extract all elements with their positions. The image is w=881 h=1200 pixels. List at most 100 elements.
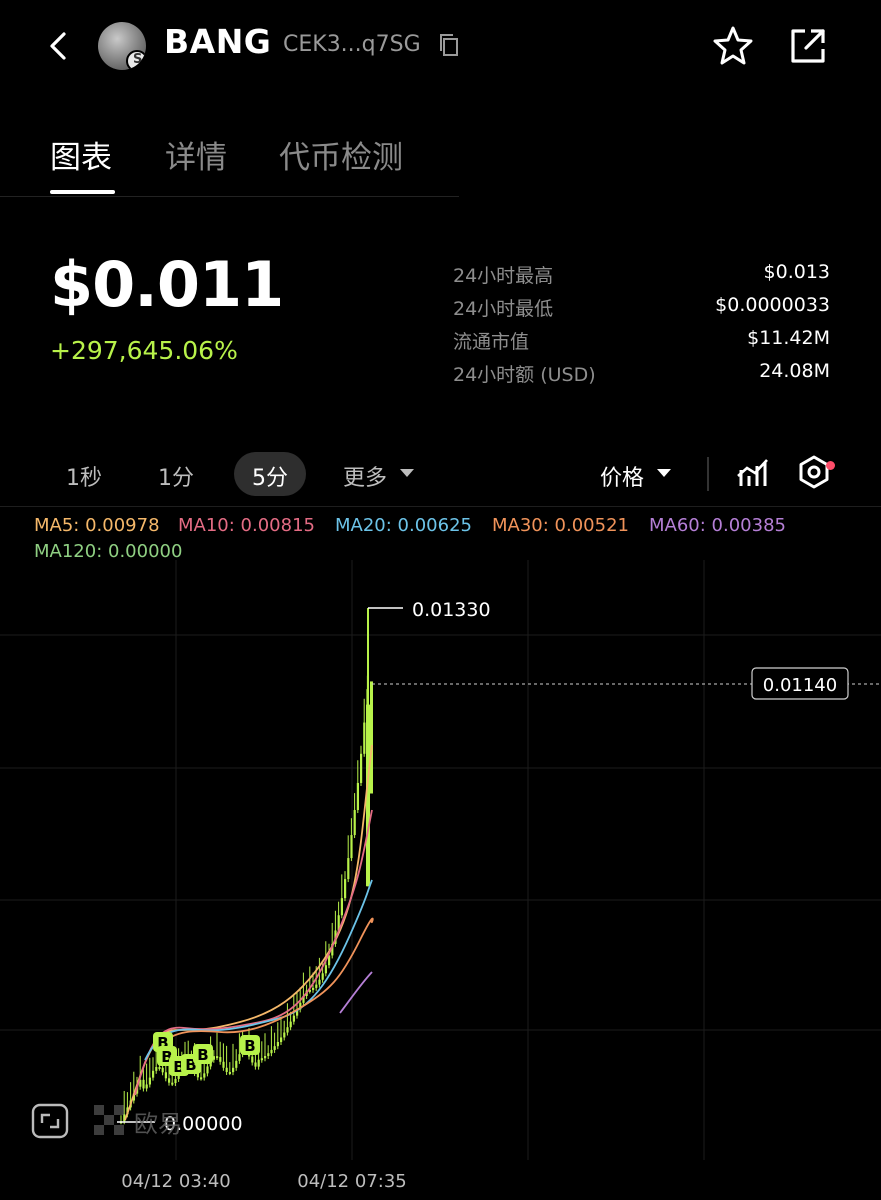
timeframe-1m[interactable]: 1分 — [158, 460, 194, 492]
copy-icon[interactable] — [437, 33, 461, 57]
candle-body — [292, 1015, 295, 1022]
candle-body — [353, 810, 356, 836]
price-change: +297,645.06% — [50, 336, 238, 365]
candle-body — [324, 965, 327, 974]
fullscreen-icon[interactable] — [31, 1103, 69, 1139]
stat-label-high: 24小时最高 — [453, 265, 554, 287]
toolbar-divider — [707, 457, 709, 491]
stat-value-volume: 24.08M — [759, 360, 830, 382]
share-icon[interactable] — [787, 25, 829, 67]
candle-body — [280, 1037, 283, 1043]
candle-body — [267, 1053, 270, 1057]
token-avatar — [98, 22, 146, 70]
back-icon[interactable] — [40, 26, 80, 66]
high-label: 0.01330 — [412, 599, 491, 621]
indicator-icon[interactable] — [736, 456, 770, 490]
candle-body — [270, 1049, 273, 1054]
timeframe-more[interactable]: 更多 — [343, 460, 387, 492]
candle-body — [318, 979, 321, 985]
candle-body — [158, 1067, 161, 1070]
chart-grid — [0, 560, 881, 1160]
stat-label-volume: 24小时额 (USD) — [453, 364, 596, 386]
candle-body — [286, 1027, 289, 1033]
active-tab-indicator — [50, 190, 115, 194]
candle-body — [340, 898, 343, 916]
chart-top-border — [0, 506, 881, 507]
candle-body — [161, 1067, 164, 1073]
candle-body — [315, 984, 318, 988]
candle-body — [212, 1056, 215, 1060]
stat-value-market-cap: $11.42M — [747, 327, 830, 349]
candle-body — [273, 1046, 276, 1050]
candle-body — [171, 1082, 174, 1085]
price-chart[interactable]: BBB BB B 0.01330 0.01140 0.00000 欧易 04/12 … — [0, 560, 881, 1200]
ma120-legend: MA120: 0.00000 — [34, 541, 183, 562]
candle-body — [168, 1078, 171, 1083]
candle-body — [152, 1070, 155, 1078]
candle-body — [363, 722, 366, 754]
stat-value-low: $0.0000033 — [715, 294, 830, 316]
star-icon[interactable] — [712, 24, 754, 66]
tab-divider — [0, 196, 459, 197]
tab-token-check[interactable]: 代币检测 — [279, 132, 403, 177]
candle-body — [238, 1054, 241, 1061]
candle-body — [276, 1042, 279, 1047]
price-mode-select[interactable]: 价格 — [600, 460, 644, 492]
candle-body — [219, 1057, 222, 1062]
candle-body — [360, 753, 363, 783]
ma-line — [159, 917, 374, 1046]
x-tick-label: 04/12 03:40 — [121, 1171, 230, 1192]
settings-icon[interactable] — [796, 454, 832, 490]
buy-marker-label: B — [244, 1037, 255, 1055]
candle-body — [356, 782, 359, 811]
candle-body — [370, 681, 373, 794]
watermark-text: 欧易 — [134, 1110, 182, 1138]
candle-body — [206, 1066, 209, 1074]
current-price-tag-label: 0.01140 — [763, 675, 837, 696]
buy-marker-label: B — [197, 1046, 208, 1064]
candle-body — [232, 1067, 235, 1073]
timeframe-5m[interactable]: 5分 — [234, 460, 306, 492]
candle-body — [174, 1078, 177, 1084]
ma10-legend: MA10: 0.00815 — [178, 515, 315, 536]
candle-body — [312, 987, 315, 990]
candle-body — [251, 1056, 254, 1063]
candle-body — [164, 1072, 167, 1079]
more-caret-icon — [400, 469, 414, 477]
stat-label-market-cap: 流通市值 — [453, 331, 530, 353]
tab-chart[interactable]: 图表 — [50, 132, 112, 177]
current-price: $0.011 — [50, 248, 284, 321]
candle-body — [145, 1084, 148, 1089]
ma30-legend: MA30: 0.00521 — [492, 515, 629, 536]
candle-body — [260, 1058, 263, 1061]
candle-body — [344, 879, 347, 899]
chain-badge-icon — [126, 50, 146, 70]
candle-body — [264, 1056, 267, 1059]
stat-value-high: $0.013 — [763, 261, 830, 283]
candle-body — [254, 1062, 257, 1067]
tab-details[interactable]: 详情 — [165, 132, 227, 177]
candle-body — [321, 973, 324, 980]
candle-body — [257, 1059, 260, 1067]
candle-body — [235, 1060, 238, 1068]
price-mode-caret-icon — [657, 469, 671, 477]
ma-line — [339, 971, 373, 1014]
ma20-legend: MA20: 0.00625 — [335, 515, 472, 536]
token-address: CEK3...q7SG — [283, 32, 421, 57]
candle-body — [155, 1067, 158, 1071]
candle-body — [216, 1056, 219, 1059]
okx-logo-watermark — [94, 1105, 124, 1135]
candle-body — [225, 1067, 228, 1072]
candle-body — [283, 1032, 286, 1038]
x-tick-label: 04/12 07:35 — [297, 1171, 406, 1192]
candle-body — [228, 1071, 231, 1074]
candle-body — [148, 1077, 151, 1085]
ma5-legend: MA5: 0.00978 — [34, 515, 160, 536]
candle-body — [289, 1021, 292, 1028]
candle-body — [347, 858, 350, 880]
stat-label-low: 24小时最低 — [453, 298, 554, 320]
timeframe-1s[interactable]: 1秒 — [66, 460, 102, 492]
notification-dot — [826, 461, 835, 470]
candle-body — [200, 1077, 203, 1080]
candle-body — [142, 1079, 145, 1089]
